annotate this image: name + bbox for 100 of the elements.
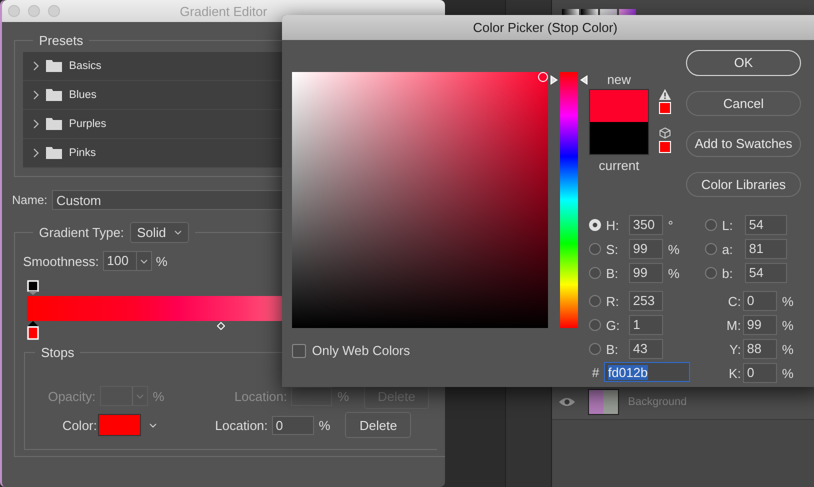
value-field[interactable]: 0 (743, 291, 777, 311)
field-label: S: (605, 242, 620, 256)
color-field[interactable] (292, 72, 548, 328)
hex-label: # (592, 364, 600, 380)
radio-button[interactable] (589, 243, 601, 255)
web-safe-swatch[interactable] (659, 141, 671, 153)
group-label: Stops (40, 345, 76, 360)
unit-label: % (668, 266, 680, 280)
opacity-stop-icon[interactable] (27, 280, 39, 296)
location-label: Location: (215, 418, 268, 432)
hex-field[interactable]: fd012b (604, 362, 690, 382)
folder-icon (46, 89, 62, 101)
value-field[interactable]: 0 (743, 363, 777, 383)
stop-label: Color: (61, 418, 97, 432)
field-label: C: (727, 294, 742, 308)
chevron-icon[interactable] (33, 61, 39, 71)
preset-name: Blues (69, 89, 97, 101)
color-marker-icon[interactable] (538, 72, 548, 82)
folder-icon (46, 60, 62, 72)
field-label: K: (728, 366, 742, 380)
chevron-down-icon (174, 230, 182, 235)
chevron-icon[interactable] (33, 119, 39, 129)
value-field[interactable]: 1 (629, 315, 663, 335)
new-color-label: new (607, 72, 631, 87)
radio-button[interactable] (705, 243, 717, 255)
new-color-swatch (589, 89, 649, 122)
unit-label: % (782, 342, 794, 356)
radio-button[interactable] (705, 267, 717, 279)
warning-icon[interactable] (659, 89, 671, 100)
layer-thumbnail (588, 389, 619, 415)
dialog-button[interactable]: Add to Swatches (686, 131, 801, 156)
location-field[interactable]: 0 (272, 416, 314, 434)
radio-button[interactable] (589, 343, 601, 355)
field-label: B: (605, 266, 620, 280)
location-label: Location: (234, 388, 288, 404)
unit-label: % (337, 388, 349, 404)
unit-label: % (782, 318, 794, 332)
folder-icon (46, 118, 62, 130)
value-field[interactable]: 54 (745, 215, 787, 235)
checkbox-label: Only Web Colors (312, 343, 410, 358)
unit-label: % (782, 366, 794, 380)
folder-icon (46, 147, 62, 159)
value-field[interactable]: 81 (745, 239, 787, 259)
midpoint-icon[interactable] (217, 322, 225, 330)
hue-slider-handle-icon[interactable] (550, 74, 588, 85)
field-label: Y: (728, 342, 742, 356)
radio-button[interactable] (589, 267, 601, 279)
field-label: G: (605, 318, 621, 332)
unit-label: % (782, 294, 794, 308)
radio-button[interactable] (705, 219, 717, 231)
group-label: Presets (38, 33, 84, 48)
chevron-icon[interactable] (149, 422, 157, 428)
smoothness-label: Smoothness: (23, 254, 99, 268)
unit-label: ° (668, 218, 674, 232)
gradient-type-label: Gradient Type: (39, 225, 124, 240)
eye-icon[interactable] (559, 397, 575, 407)
dialog-button[interactable]: Cancel (686, 90, 801, 116)
stop-label: Opacity: (46, 388, 96, 404)
field-label: R: (605, 294, 620, 308)
value-field[interactable]: 99 (743, 315, 777, 335)
color-swatch[interactable] (98, 414, 141, 436)
radio-button[interactable] (589, 319, 601, 331)
value-field[interactable]: 54 (745, 263, 787, 283)
field-label: a: (721, 242, 734, 256)
chevron-down-icon[interactable] (140, 258, 148, 264)
smoothness-field[interactable]: 100 (102, 251, 152, 271)
value-field[interactable]: 99 (629, 263, 663, 283)
value-field[interactable]: 99 (629, 239, 663, 259)
field-label: M: (726, 318, 742, 332)
unit-label: % (668, 242, 680, 256)
dialog-button[interactable]: Color Libraries (686, 172, 801, 197)
value-field[interactable]: 350 (629, 215, 663, 235)
value-field[interactable]: 253 (629, 291, 663, 311)
preset-name: Basics (69, 60, 102, 72)
current-color-label: current (598, 158, 640, 173)
field-label: b: (721, 266, 734, 280)
field-label: B: (605, 342, 620, 356)
chevron-icon[interactable] (33, 90, 39, 100)
field-label: H: (605, 218, 620, 232)
current-color-swatch[interactable] (589, 122, 649, 155)
name-label: Name: (12, 193, 48, 207)
cube-icon[interactable] (659, 127, 671, 139)
window-title: Gradient Editor (180, 4, 268, 18)
chevron-icon[interactable] (33, 148, 39, 158)
delete-button[interactable]: Delete (345, 412, 412, 438)
color-stop-icon[interactable] (27, 321, 39, 341)
unit-label: % (156, 254, 168, 268)
value-field[interactable]: 88 (743, 339, 777, 359)
unit-label: % (152, 388, 164, 404)
gradient-type-dropdown[interactable]: Solid (130, 222, 189, 243)
field-label: L: (721, 218, 734, 232)
radio-button[interactable] (589, 295, 601, 307)
window-title: Color Picker (Stop Color) (473, 20, 618, 35)
checkbox[interactable] (292, 344, 306, 358)
value-field[interactable]: 43 (629, 339, 663, 359)
dialog-button[interactable]: OK (686, 50, 801, 76)
preset-name: Pinks (69, 147, 96, 159)
unit-label: % (318, 418, 330, 432)
preset-name: Purples (69, 118, 106, 130)
gamut-swatch[interactable] (659, 102, 671, 114)
